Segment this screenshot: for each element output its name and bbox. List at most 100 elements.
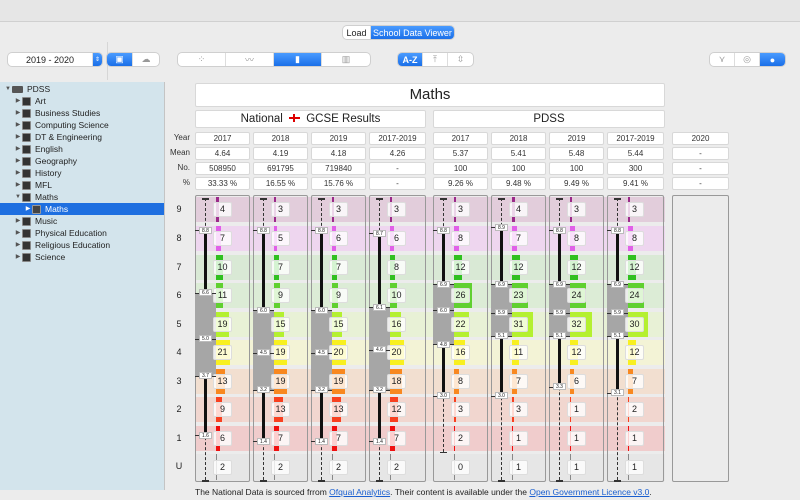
stat-marker-label: 3.2 — [315, 386, 328, 394]
disclosure-triangle-icon[interactable]: ▶ — [14, 239, 22, 251]
sidebar-item[interactable]: ▶ Religious Education — [0, 239, 164, 251]
stat-marker-label: 5.9 — [553, 309, 566, 317]
scatter-icon[interactable]: ⁘ — [178, 53, 226, 66]
chart-mode-toggle: ⁘ 〰 ▮ ▥ — [178, 53, 370, 66]
target-icon[interactable]: ◎ — [735, 53, 760, 66]
disclosure-triangle-icon[interactable]: ▶ — [14, 167, 22, 179]
sidebar-item-label: History — [35, 168, 62, 178]
sidebar-item[interactable]: ▶ MFL — [0, 179, 164, 191]
disclosure-triangle-icon[interactable]: ▶ — [14, 155, 22, 167]
bar-grid-icon[interactable]: ▥ — [322, 53, 370, 66]
disclosure-triangle-icon[interactable]: ▼ — [14, 191, 22, 203]
ogl-link[interactable]: Open Government Licence v3.0 — [529, 487, 649, 497]
sidebar-item[interactable]: ▼ Maths — [0, 191, 164, 203]
grade-count-label: 19 — [213, 317, 232, 332]
table-cell: 16.55 % — [253, 177, 308, 190]
whisker-cap — [202, 198, 209, 200]
grade-count-label: 2 — [329, 460, 348, 475]
stat-marker-label: 6.9 — [611, 280, 624, 288]
disclosure-triangle-icon[interactable]: ▶ — [14, 179, 22, 191]
grade-count-label: 6 — [567, 374, 586, 389]
folder-icon — [22, 192, 31, 202]
stat-marker-label: 5.1 — [553, 332, 566, 340]
sidebar-item-label: Art — [35, 96, 46, 106]
table-cell: 9.48 % — [491, 177, 546, 190]
table-cell: 15.76 % — [311, 177, 366, 190]
footer-attribution: The National Data is sourced frrom Ofqua… — [195, 487, 652, 497]
sidebar-item[interactable]: ▶ Business Studies — [0, 107, 164, 119]
sidebar-item[interactable]: ▶ History — [0, 167, 164, 179]
disclosure-triangle-icon[interactable]: ▼ — [4, 83, 12, 95]
grade-count-label: 3 — [451, 202, 470, 217]
folder-icon — [22, 240, 31, 250]
grade-count-label: 19 — [329, 374, 348, 389]
sidebar-item[interactable]: ▶ Science — [0, 251, 164, 263]
disclosure-triangle-icon[interactable]: ▶ — [14, 119, 22, 131]
footer-text: The National Data is sourced frrom — [195, 487, 330, 497]
sidebar-item[interactable]: ▶ Geography — [0, 155, 164, 167]
disclosure-triangle-icon[interactable]: ▶ — [14, 143, 22, 155]
disclosure-triangle-icon[interactable]: ▶ — [14, 95, 22, 107]
grade-count-label: 8 — [387, 260, 406, 275]
stat-marker-label: 8.7 — [373, 229, 386, 237]
sort-middle-icon[interactable]: ⇳ — [448, 53, 473, 66]
grade-count-label: 21 — [213, 345, 232, 360]
grade-count-label: 4 — [213, 202, 232, 217]
disclosure-triangle-icon[interactable]: ▶ — [14, 251, 22, 263]
grade-count-label: 11 — [509, 345, 528, 360]
disclosure-triangle-icon[interactable]: ▶ — [14, 107, 22, 119]
tab-school-data-viewer[interactable]: School Data Viewer — [371, 26, 454, 39]
window-titlebar — [0, 0, 800, 22]
disclosure-triangle-icon[interactable]: ▶ — [24, 203, 32, 215]
row-label: No. — [177, 163, 190, 172]
grade-label: 2 — [176, 404, 182, 414]
year-select[interactable]: 2019 - 2020 ⇕ — [8, 53, 102, 66]
table-cell: 2020 — [672, 132, 729, 145]
table-cell: 5.37 — [433, 147, 488, 160]
stat-marker-label: 1.6 — [199, 431, 212, 439]
sort-top-icon[interactable]: ⤒ — [423, 53, 448, 66]
national-header-label: National — [240, 113, 283, 125]
sidebar-item[interactable]: ▶ English — [0, 143, 164, 155]
table-cell: 100 — [433, 162, 488, 175]
grade-count-label: 7 — [625, 374, 644, 389]
grade-label: 3 — [176, 376, 182, 386]
globe-icon[interactable]: ● — [760, 53, 785, 66]
disclosure-triangle-icon[interactable]: ▶ — [14, 215, 22, 227]
tab-load[interactable]: Load — [343, 26, 371, 39]
sidebar-item[interactable]: ▼ PDSS — [0, 83, 164, 95]
sidebar-item[interactable]: ▶ Maths — [0, 203, 164, 215]
grade-count-label: 15 — [329, 317, 348, 332]
line-chart-icon[interactable]: 〰 — [226, 53, 274, 66]
ofqual-link[interactable]: Ofqual Analytics — [329, 487, 390, 497]
table-cell: 4.26 — [369, 147, 426, 160]
sidebar-item[interactable]: ▶ DT & Engineering — [0, 131, 164, 143]
view-toggle: ⋎ ◎ ● — [710, 53, 785, 66]
filter-icon[interactable]: ⋎ — [710, 53, 735, 66]
box-plot-icon[interactable]: ▮ — [274, 53, 322, 66]
grade-count-label: 2 — [451, 431, 470, 446]
sidebar-item[interactable]: ▶ Computing Science — [0, 119, 164, 131]
grade-count-label: 24 — [625, 288, 644, 303]
sidebar-item[interactable]: ▶ Art — [0, 95, 164, 107]
stat-marker-label: 4.5 — [315, 349, 328, 357]
grade-label: 7 — [176, 262, 182, 272]
table-cell: 33.33 % — [195, 177, 250, 190]
top-tabs: Load School Data Viewer — [343, 26, 454, 39]
sidebar-item[interactable]: ▶ Music — [0, 215, 164, 227]
disclosure-triangle-icon[interactable]: ▶ — [14, 131, 22, 143]
disclosure-triangle-icon[interactable]: ▶ — [14, 227, 22, 239]
stat-marker-label: 6.0 — [437, 306, 450, 314]
cloud-icon[interactable]: ☁ — [133, 53, 159, 66]
grade-count-label: 9 — [213, 402, 232, 417]
school-icon[interactable]: ▣ — [107, 53, 133, 66]
sidebar-item[interactable]: ▶ Physical Education — [0, 227, 164, 239]
grade-count-label: 13 — [271, 402, 290, 417]
footer-text: . Their content is available under the — [390, 487, 530, 497]
stat-marker-label: 8.8 — [199, 226, 212, 234]
table-cell: 2018 — [253, 132, 308, 145]
grade-count-label: 7 — [509, 231, 528, 246]
sidebar-item-label: DT & Engineering — [35, 132, 102, 142]
sort-az-button[interactable]: A-Z — [398, 53, 423, 66]
whisker-cap — [376, 198, 383, 200]
